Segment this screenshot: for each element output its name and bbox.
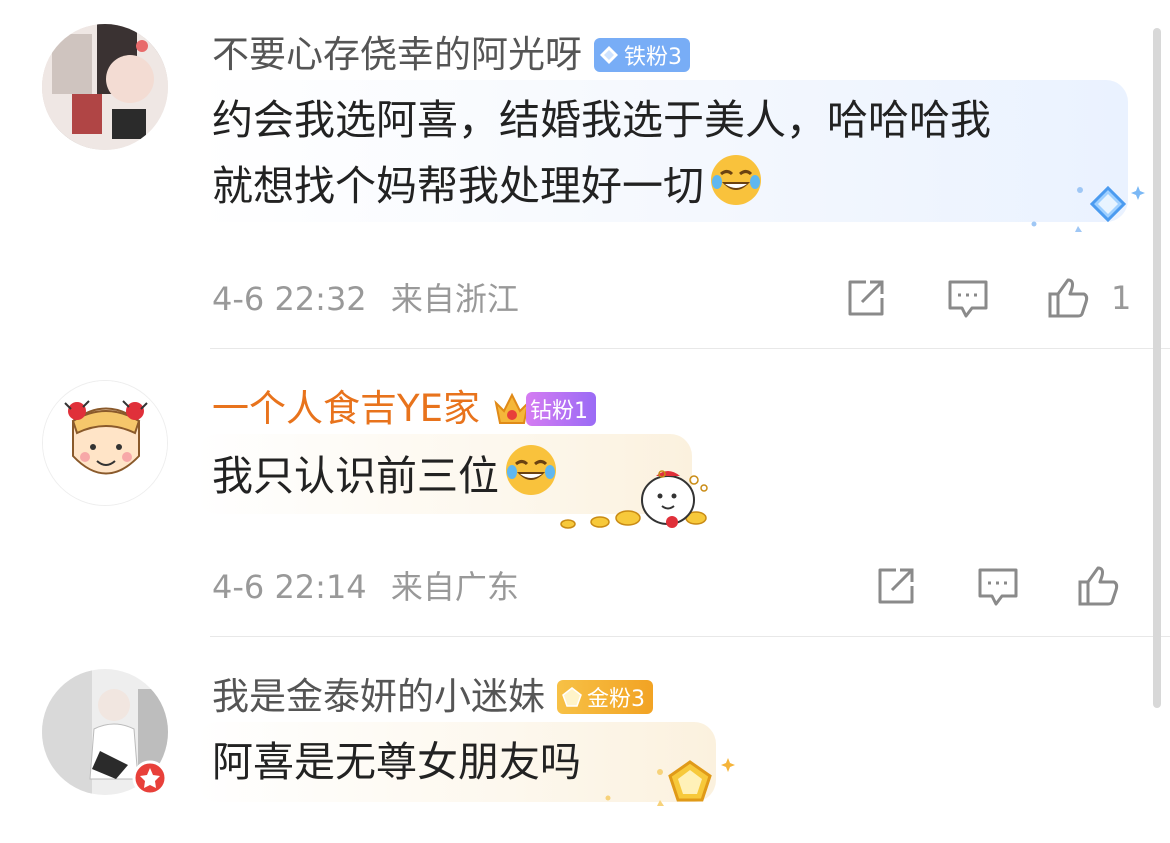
like-count: 1 <box>1111 279 1132 317</box>
laugh-cry-emoji-icon <box>711 155 761 205</box>
comment-text-line-1: 阿喜是无尊女朋友吗 <box>212 738 581 786</box>
avatar[interactable] <box>42 24 168 150</box>
share-icon[interactable] <box>844 276 888 320</box>
comment-location: 来自广东 <box>390 568 519 606</box>
comment-time: 4-6 22:14 <box>212 568 367 606</box>
fan-badge[interactable]: 铁粉3 <box>594 38 690 72</box>
comment-meta: 4-6 22:32 来自浙江 <box>212 274 519 324</box>
comment-location: 来自浙江 <box>390 280 519 318</box>
like-icon[interactable] <box>1046 276 1090 320</box>
divider <box>210 348 1170 349</box>
username[interactable]: 我是金泰妍的小迷妹 <box>212 672 545 722</box>
reply-icon[interactable] <box>946 276 990 320</box>
diamond-icon <box>600 46 618 64</box>
comment-text-line-2: 就想找个妈帮我处理好一切 <box>212 162 704 210</box>
comment-time: 4-6 22:32 <box>212 280 367 318</box>
pentagon-gem-icon <box>562 687 582 707</box>
share-icon[interactable] <box>874 564 918 608</box>
gold-gem-sparkle-icon <box>605 758 735 806</box>
comment-meta: 4-6 22:14 来自广东 <box>212 562 519 612</box>
fan-badge[interactable]: 金粉3 <box>557 680 653 714</box>
gold-ingot-mascot-icon <box>560 470 708 529</box>
fan-badge[interactable]: 钻粉1 <box>525 392 596 426</box>
divider <box>210 636 1170 637</box>
diamond-sparkle-icon <box>1031 185 1145 232</box>
reply-icon[interactable] <box>976 564 1020 608</box>
verified-badge-icon <box>132 760 168 796</box>
badge-label: 钻粉1 <box>529 399 588 424</box>
scrollbar[interactable] <box>1153 28 1161 708</box>
comment-text-line-1: 约会我选阿喜，结婚我选于美人，哈哈哈我 <box>212 96 991 144</box>
comment-bubble[interactable]: 约会我选阿喜，结婚我选于美人，哈哈哈我 就想找个妈帮我处理好一切 <box>196 80 1128 222</box>
avatar[interactable] <box>42 380 168 506</box>
badge-label: 金粉3 <box>587 687 645 712</box>
comment-text-line-1: 我只认识前三位 <box>212 452 499 500</box>
username[interactable]: 不要心存侥幸的阿光呀 <box>212 30 582 80</box>
badge-label: 铁粉3 <box>624 45 682 70</box>
username[interactable]: 一个人食吉YE家 <box>212 384 480 434</box>
like-icon[interactable] <box>1076 564 1120 608</box>
laugh-cry-emoji-icon <box>506 445 556 495</box>
